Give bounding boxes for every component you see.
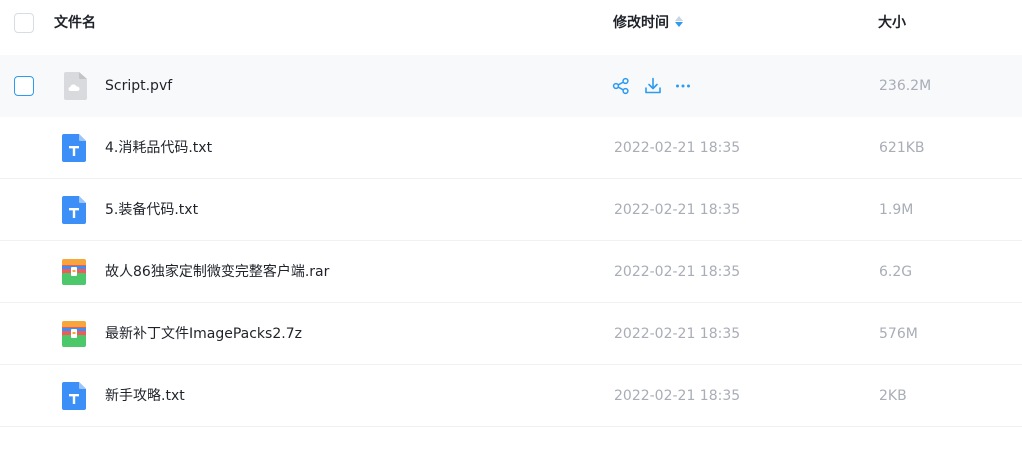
column-header-name[interactable]: 文件名 — [54, 14, 96, 32]
file-size: 2KB — [879, 388, 907, 404]
sort-icon[interactable] — [675, 16, 683, 28]
file-size: 1.9M — [879, 202, 914, 218]
file-time: 2022-02-21 18:35 — [614, 264, 741, 280]
txt-file-icon — [62, 134, 86, 162]
file-time: 2022-02-21 18:35 — [614, 388, 741, 404]
column-header-time[interactable]: 修改时间 — [613, 14, 683, 32]
cloud-file-icon — [64, 72, 87, 100]
file-row[interactable]: 新手攻略.txt 2022-02-21 18:35 2KB — [0, 365, 1022, 427]
file-list-header: 文件名 修改时间 大小 — [0, 0, 1022, 46]
file-name[interactable]: 5.装备代码.txt — [105, 201, 198, 219]
file-time: 2022-02-21 18:35 — [614, 140, 741, 156]
file-time: 2022-02-21 18:35 — [614, 326, 741, 342]
file-name[interactable]: Script.pvf — [105, 77, 172, 95]
file-size: 621KB — [879, 140, 925, 156]
select-all-checkbox[interactable] — [14, 13, 34, 33]
file-row[interactable]: Script.pvf 236.2M — [0, 55, 1022, 117]
share-icon[interactable] — [612, 77, 630, 95]
column-header-size[interactable]: 大小 — [878, 14, 906, 32]
txt-file-icon — [62, 382, 86, 410]
file-rows: Script.pvf 236.2M 4.消耗品代码.txt 2022-02-21… — [0, 55, 1022, 427]
file-row[interactable]: 最新补丁文件ImagePacks2.7z 2022-02-21 18:35 57… — [0, 303, 1022, 365]
file-name[interactable]: 新手攻略.txt — [105, 387, 185, 405]
file-row[interactable]: 故人86独家定制微变完整客户端.rar 2022-02-21 18:35 6.2… — [0, 241, 1022, 303]
column-header-time-label: 修改时间 — [613, 15, 669, 31]
more-icon[interactable] — [674, 77, 692, 95]
file-name[interactable]: 故人86独家定制微变完整客户端.rar — [105, 263, 329, 281]
txt-file-icon — [62, 196, 86, 224]
file-name[interactable]: 4.消耗品代码.txt — [105, 139, 212, 157]
file-list: 文件名 修改时间 大小 Script.pvf 236.2M 4.消耗品代码.tx… — [0, 0, 1022, 453]
file-row[interactable]: 4.消耗品代码.txt 2022-02-21 18:35 621KB — [0, 117, 1022, 179]
file-size: 6.2G — [879, 264, 913, 280]
archive-file-icon — [62, 321, 86, 347]
download-icon[interactable] — [644, 77, 662, 95]
file-time: 2022-02-21 18:35 — [614, 202, 741, 218]
file-size: 236.2M — [879, 78, 932, 94]
file-size: 576M — [879, 326, 918, 342]
file-name[interactable]: 最新补丁文件ImagePacks2.7z — [105, 325, 302, 343]
archive-file-icon — [62, 259, 86, 285]
row-checkbox[interactable] — [14, 76, 34, 96]
file-row[interactable]: 5.装备代码.txt 2022-02-21 18:35 1.9M — [0, 179, 1022, 241]
